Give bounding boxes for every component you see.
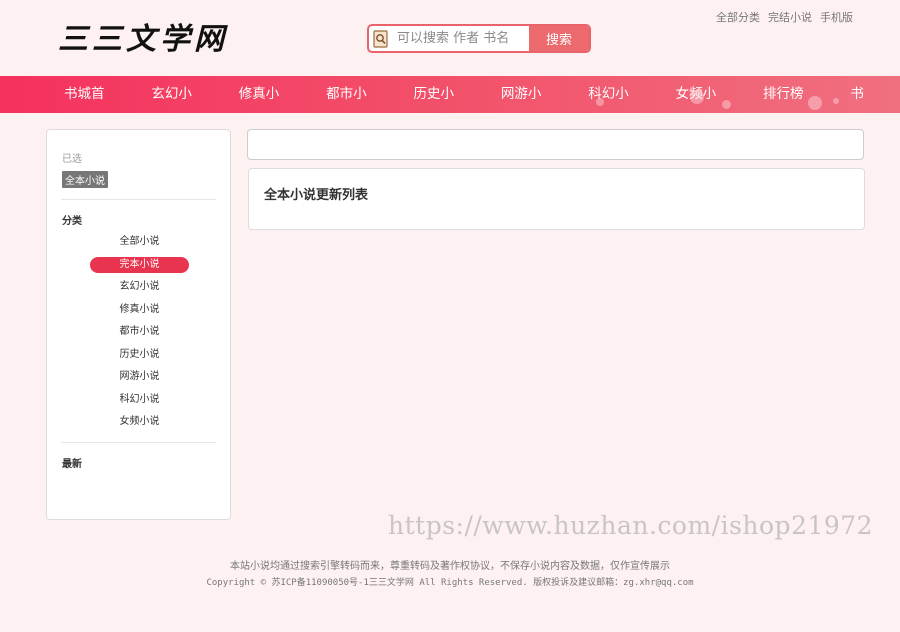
nav-item-ranking[interactable]: 排行榜单: [749, 76, 824, 113]
divider: [61, 442, 216, 443]
nav-item-nvpin[interactable]: 女频小说: [662, 76, 737, 113]
nav-item-wangyou[interactable]: 网游小说: [487, 76, 562, 113]
top-link-all-categories[interactable]: 全部分类: [716, 9, 760, 25]
filter-bar: [247, 129, 864, 160]
category-heading: 分类: [62, 216, 82, 227]
footer-copyright: Copyright © 苏ICP备11090050号-1三三文学网 All Ri…: [206, 578, 694, 588]
book-search-icon: [369, 26, 393, 51]
latest-heading: 最新: [62, 459, 82, 470]
selected-filter-tag[interactable]: 全本小说: [62, 171, 108, 188]
footer-disclaimer: 本站小说均通过搜索引擎转码而来，尊重转码及著作权协议，不保存小说内容及数据，仅作…: [230, 561, 670, 572]
selected-label: 已选: [62, 154, 82, 165]
category-item-nvpin[interactable]: 女频小说: [90, 414, 189, 430]
update-list-panel: 全本小说更新列表: [248, 168, 865, 230]
category-item-kehuan[interactable]: 科幻小说: [90, 392, 189, 408]
category-item-dushi[interactable]: 都市小说: [90, 324, 189, 340]
category-list: 全部小说 完本小说 玄幻小说 修真小说 都市小说 历史小说 网游小说 科幻小说 …: [47, 234, 232, 437]
top-links: 全部分类 完结小说 手机版: [716, 9, 853, 25]
divider: [61, 199, 216, 200]
site-logo[interactable]: 三三文学网: [58, 14, 228, 58]
category-item-lishi[interactable]: 历史小说: [90, 347, 189, 363]
nav-item-lishi[interactable]: 历史小说: [400, 76, 475, 113]
site-footer: 本站小说均通过搜索引擎转码而来，尊重转码及著作权协议，不保存小说内容及数据，仅作…: [0, 560, 900, 592]
category-item-xiuzhen[interactable]: 修真小说: [90, 302, 189, 318]
panel-title: 全本小说更新列表: [264, 188, 369, 203]
search-button[interactable]: 搜索: [529, 26, 589, 51]
top-link-mobile[interactable]: 手机版: [820, 9, 853, 25]
category-item-wangyou[interactable]: 网游小说: [90, 369, 189, 385]
site-header: 三三文学网 搜索 全部分类 完结小说 手机版: [0, 0, 900, 76]
category-item-xuanhuan[interactable]: 玄幻小说: [90, 279, 189, 295]
nav-item-kehuan[interactable]: 科幻小说: [574, 76, 649, 113]
watermark-text: https://www.huzhan.com/ishop21972: [388, 511, 874, 540]
search-box: 搜索: [367, 24, 591, 53]
nav-item-xiuzhen[interactable]: 修真小说: [225, 76, 300, 113]
category-item-completed[interactable]: 完本小说: [90, 256, 189, 273]
filter-sidebar: 已选 全本小说 分类 全部小说 完本小说 玄幻小说 修真小说 都市小说 历史小说…: [46, 129, 231, 520]
category-item-all[interactable]: 全部小说: [90, 234, 189, 250]
top-link-completed[interactable]: 完结小说: [768, 9, 812, 25]
nav-item-dushi[interactable]: 都市小说: [312, 76, 387, 113]
nav-item-home[interactable]: 书城首页: [50, 76, 125, 113]
nav-item-xuanhuan[interactable]: 玄幻小说: [137, 76, 212, 113]
search-input[interactable]: [393, 26, 529, 51]
main-nav: 书城首页 玄幻小说 修真小说 都市小说 历史小说 网游小说 科幻小说 女频小说 …: [0, 76, 900, 113]
nav-item-bookshelf[interactable]: 书架: [836, 76, 888, 113]
